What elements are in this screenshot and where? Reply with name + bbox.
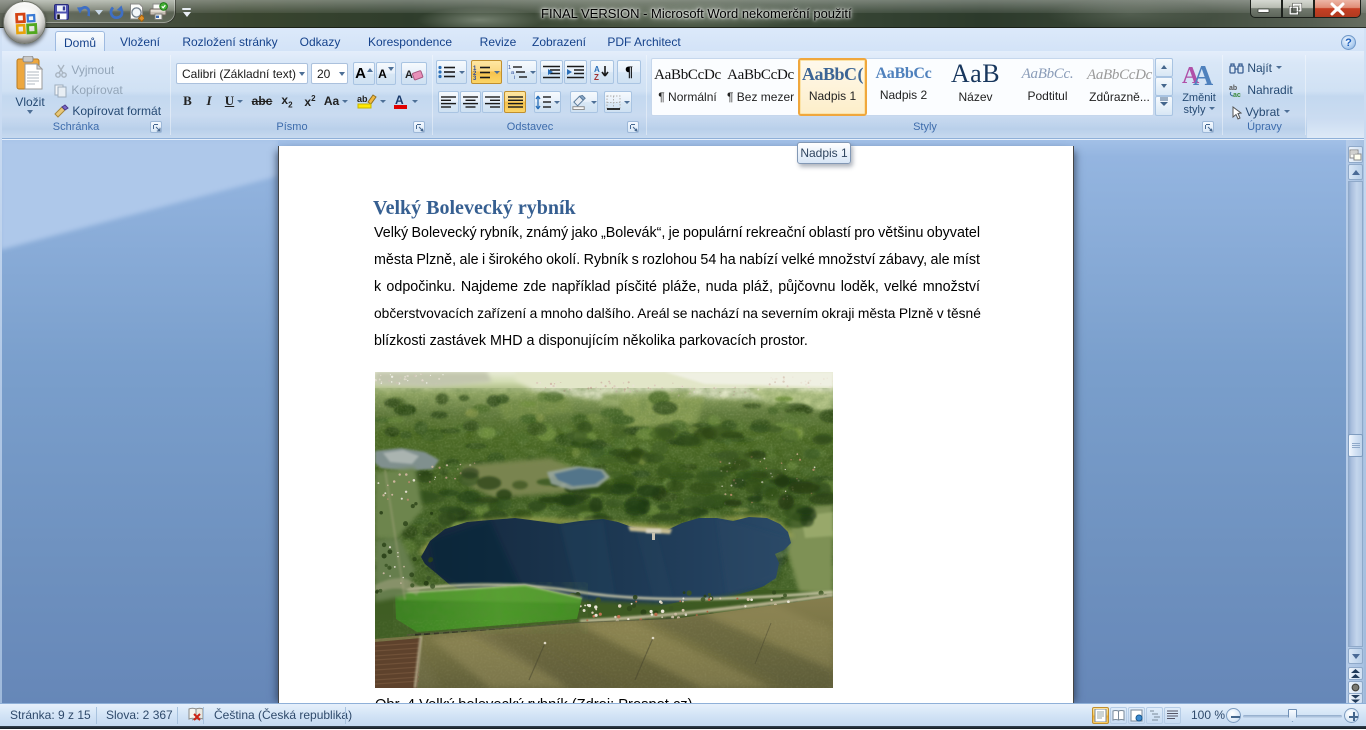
svg-text:i: i bbox=[514, 75, 515, 80]
svg-text:ab: ab bbox=[1229, 85, 1237, 92]
svg-text:3: 3 bbox=[473, 76, 477, 80]
svg-text:Z: Z bbox=[594, 73, 599, 80]
svg-text:A: A bbox=[405, 69, 413, 81]
svg-text:ab: ab bbox=[357, 94, 368, 104]
svg-text:ac: ac bbox=[1233, 92, 1241, 98]
svg-text:A: A bbox=[395, 93, 404, 107]
svg-text:A: A bbox=[1193, 61, 1214, 87]
